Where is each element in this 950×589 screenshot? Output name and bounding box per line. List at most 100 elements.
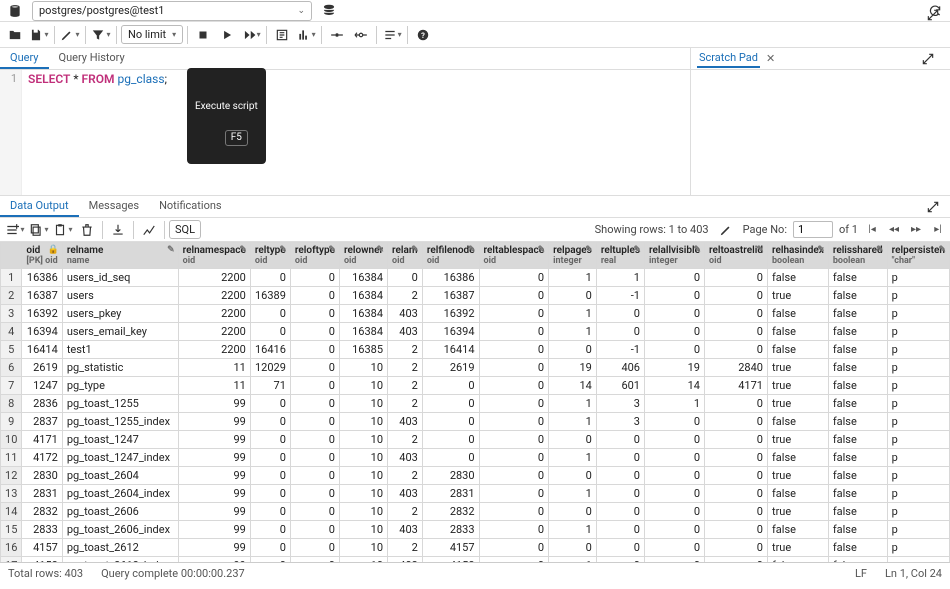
cell[interactable]: users_pkey: [62, 305, 178, 323]
page-no-input[interactable]: [793, 221, 833, 238]
cell[interactable]: 0: [596, 431, 644, 449]
cell[interactable]: 0: [250, 539, 290, 557]
cell[interactable]: true: [767, 287, 828, 305]
results-maximize-button[interactable]: [922, 196, 944, 218]
sql-view-button[interactable]: SQL: [169, 220, 201, 239]
cell[interactable]: p: [887, 323, 949, 341]
cell[interactable]: 0: [705, 521, 768, 539]
cell[interactable]: p: [887, 395, 949, 413]
cell[interactable]: 0: [705, 323, 768, 341]
cell[interactable]: 2831: [22, 485, 62, 503]
cell[interactable]: 0: [549, 539, 597, 557]
cell[interactable]: 0: [290, 449, 339, 467]
cell[interactable]: 0: [596, 323, 644, 341]
cell[interactable]: 0: [250, 485, 290, 503]
column-header[interactable]: relamoid✎: [388, 243, 423, 269]
cell[interactable]: 0: [596, 467, 644, 485]
cell[interactable]: 0: [596, 305, 644, 323]
cell[interactable]: false: [828, 521, 887, 539]
cell[interactable]: 0: [479, 431, 549, 449]
cell[interactable]: 0: [290, 413, 339, 431]
cell[interactable]: pg_toast_2604: [62, 467, 178, 485]
table-row[interactable]: 116386users_id_seq2200001638401638601100…: [1, 269, 950, 287]
cell[interactable]: 16384: [339, 269, 387, 287]
cell[interactable]: 0: [705, 341, 768, 359]
cell[interactable]: 10: [339, 539, 387, 557]
cell[interactable]: false: [828, 341, 887, 359]
cell[interactable]: 19: [549, 359, 597, 377]
cell[interactable]: 10: [339, 431, 387, 449]
cell[interactable]: 16384: [339, 305, 387, 323]
cell[interactable]: 16384: [339, 323, 387, 341]
cell[interactable]: 2: [388, 341, 423, 359]
cell[interactable]: p: [887, 539, 949, 557]
cell[interactable]: 2830: [22, 467, 62, 485]
cell[interactable]: 0: [290, 539, 339, 557]
cell[interactable]: 2: [388, 539, 423, 557]
cell[interactable]: -1: [596, 287, 644, 305]
cell[interactable]: p: [887, 431, 949, 449]
cell[interactable]: 1: [549, 395, 597, 413]
row-number[interactable]: 12: [1, 467, 22, 485]
cell[interactable]: 10: [339, 503, 387, 521]
cell[interactable]: 0: [479, 359, 549, 377]
delete-row-button[interactable]: [76, 219, 98, 241]
cell[interactable]: 601: [596, 377, 644, 395]
edit-page-button[interactable]: [715, 219, 737, 241]
cell[interactable]: 403: [388, 449, 423, 467]
cell[interactable]: 0: [479, 341, 549, 359]
cell[interactable]: 2200: [178, 287, 250, 305]
cell[interactable]: 2619: [22, 359, 62, 377]
cell[interactable]: 0: [388, 269, 423, 287]
cell[interactable]: 0: [549, 467, 597, 485]
cell[interactable]: 10: [339, 521, 387, 539]
cell[interactable]: p: [887, 377, 949, 395]
cell[interactable]: 99: [178, 521, 250, 539]
cell[interactable]: 16392: [22, 305, 62, 323]
cell[interactable]: users_email_key: [62, 323, 178, 341]
cell[interactable]: 0: [479, 521, 549, 539]
cell[interactable]: 0: [290, 305, 339, 323]
cell[interactable]: 0: [290, 287, 339, 305]
row-number[interactable]: 11: [1, 449, 22, 467]
cell[interactable]: 16414: [22, 341, 62, 359]
cell[interactable]: 0: [644, 287, 704, 305]
cell[interactable]: 10: [339, 467, 387, 485]
cell[interactable]: false: [767, 305, 828, 323]
table-row[interactable]: 516414test122001641601638521641400-100fa…: [1, 341, 950, 359]
cell[interactable]: 0: [644, 413, 704, 431]
cell[interactable]: 0: [290, 359, 339, 377]
cell[interactable]: 0: [644, 323, 704, 341]
cell[interactable]: 0: [549, 431, 597, 449]
cell[interactable]: 0: [290, 485, 339, 503]
cell[interactable]: 99: [178, 395, 250, 413]
table-row[interactable]: 122830pg_toast_26049900102283000000truef…: [1, 467, 950, 485]
cell[interactable]: 0: [422, 413, 479, 431]
cell[interactable]: false: [767, 449, 828, 467]
cell[interactable]: 0: [705, 503, 768, 521]
scratch-maximize-button[interactable]: [917, 48, 939, 70]
connection-select[interactable]: postgres/postgres@test1 ⌄: [32, 1, 312, 21]
cell[interactable]: 0: [596, 449, 644, 467]
help-button[interactable]: ?: [412, 24, 434, 46]
cell[interactable]: 2: [388, 377, 423, 395]
cell[interactable]: 14: [644, 377, 704, 395]
cell[interactable]: false: [828, 467, 887, 485]
cell[interactable]: false: [828, 377, 887, 395]
cell[interactable]: 1: [596, 269, 644, 287]
cell[interactable]: 16384: [339, 287, 387, 305]
cell[interactable]: 2: [388, 359, 423, 377]
cell[interactable]: 11: [178, 377, 250, 395]
open-file-button[interactable]: [4, 24, 26, 46]
filter-button[interactable]: [90, 24, 112, 46]
cell[interactable]: 0: [644, 503, 704, 521]
cell[interactable]: 0: [290, 377, 339, 395]
column-header[interactable]: relhasindexboolean✎: [767, 243, 828, 269]
cell[interactable]: true: [767, 467, 828, 485]
cell[interactable]: pg_toast_2606: [62, 503, 178, 521]
cell[interactable]: 0: [250, 503, 290, 521]
cell[interactable]: 16387: [22, 287, 62, 305]
new-connection-button[interactable]: [318, 0, 340, 22]
cell[interactable]: 0: [479, 539, 549, 557]
cell[interactable]: 3: [596, 395, 644, 413]
